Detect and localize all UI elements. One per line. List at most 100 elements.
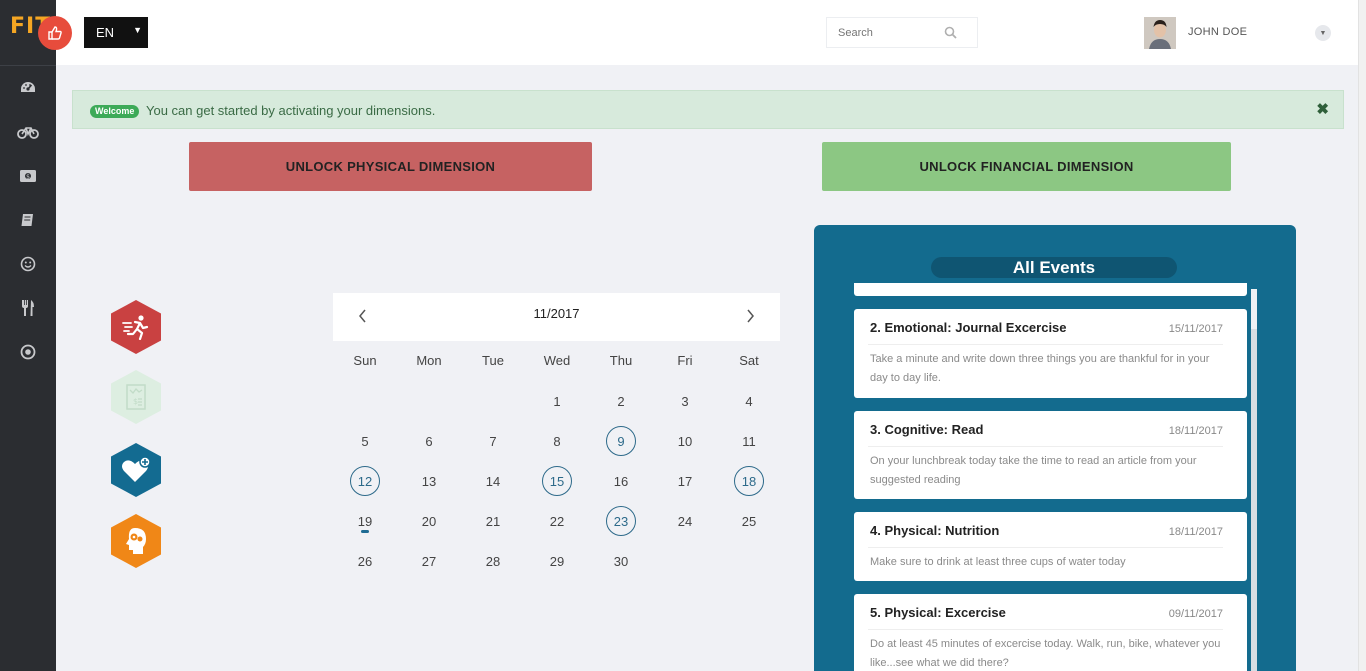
calendar-day[interactable]: 11	[734, 426, 764, 456]
calendar-day[interactable]: 20	[414, 506, 444, 536]
sidebar: FIT $	[0, 0, 56, 671]
calendar-day[interactable]: 17	[670, 466, 700, 496]
sidebar-divider	[0, 65, 56, 66]
calendar-day[interactable]: 18	[734, 466, 764, 496]
calendar-day[interactable]: 6	[414, 426, 444, 456]
event-title: 3. Cognitive: Read	[870, 422, 984, 437]
close-icon[interactable]: ✖	[1316, 100, 1329, 118]
calendar-day[interactable]: 9	[606, 426, 636, 456]
events-panel: All Events 2. Emotional: Journal Excerci…	[814, 225, 1296, 671]
calendar-day[interactable]: 29	[542, 546, 572, 576]
calendar-day[interactable]: 22	[542, 506, 572, 536]
calendar-day[interactable]: 28	[478, 546, 508, 576]
calendar-day[interactable]: 27	[414, 546, 444, 576]
chevron-right-icon	[747, 309, 754, 323]
calendar-day[interactable]: 2	[606, 386, 636, 416]
sidebar-item-cognitive[interactable]	[0, 200, 56, 240]
calendar-day[interactable]: 5	[350, 426, 380, 456]
brain-head-icon	[126, 528, 146, 554]
event-card[interactable]: 4. Physical: Nutrition 18/11/2017 Make s…	[854, 512, 1247, 581]
event-title: 5. Physical: Excercise	[870, 605, 1006, 620]
sidebar-item-financial[interactable]: $	[0, 156, 56, 196]
calendar-day[interactable]: 1	[542, 386, 572, 416]
cognitive-dimension-hexagon[interactable]	[111, 514, 161, 568]
avatar[interactable]	[1144, 17, 1176, 49]
event-divider	[868, 629, 1223, 630]
utensils-icon	[22, 300, 34, 316]
event-date: 18/11/2017	[1168, 425, 1223, 437]
calendar-day[interactable]: 12	[350, 466, 380, 496]
weekday-label: Sun	[353, 353, 377, 368]
welcome-alert: Welcome You can get started by activatin…	[72, 90, 1344, 129]
events-scrollbar[interactable]	[1251, 289, 1257, 671]
calendar-day[interactable]: 24	[670, 506, 700, 536]
event-card[interactable]: 3. Cognitive: Read 18/11/2017 On your lu…	[854, 411, 1247, 499]
alert-message: You can get started by activating your d…	[146, 103, 436, 118]
logo-badge[interactable]	[38, 16, 72, 50]
sidebar-item-dashboard[interactable]	[0, 68, 56, 108]
svg-text:$: $	[26, 174, 30, 181]
calendar-day[interactable]: 15	[542, 466, 572, 496]
calendar-day[interactable]: 21	[478, 506, 508, 536]
calendar-day[interactable]: 25	[734, 506, 764, 536]
weekday-label: Mon	[416, 353, 442, 368]
unlock-financial-button[interactable]: UNLOCK FINANCIAL DIMENSION	[822, 142, 1231, 191]
calendar-month-title: 11/2017	[533, 306, 580, 321]
event-description: Do at least 45 minutes of excercise toda…	[870, 638, 1221, 669]
weekday-label: Sat	[739, 353, 759, 368]
event-divider	[868, 446, 1223, 447]
bicycle-icon	[17, 127, 39, 139]
event-card[interactable]: 5. Physical: Excercise 09/11/2017 Do at …	[854, 594, 1247, 671]
calendar-day[interactable]: 16	[606, 466, 636, 496]
calendar-day[interactable]: 7	[478, 426, 508, 456]
svg-text:$: $	[133, 397, 138, 406]
weekday-label: Wed	[543, 353, 571, 368]
calendar-header: 11/2017	[333, 293, 780, 341]
event-title: 4. Physical: Nutrition	[870, 523, 1000, 538]
weekday-label: Thu	[609, 353, 633, 368]
sidebar-item-physical[interactable]	[0, 112, 56, 152]
money-icon: $	[20, 170, 36, 182]
sidebar-item-nutrition[interactable]	[0, 288, 56, 328]
emotional-dimension-hexagon[interactable]	[111, 443, 161, 497]
search-icon[interactable]	[944, 26, 957, 44]
event-card-partial[interactable]	[854, 283, 1247, 296]
dashboard-icon	[21, 82, 35, 92]
calendar-day[interactable]: 19	[350, 506, 380, 536]
event-divider	[868, 547, 1223, 548]
calendar-day[interactable]: 10	[670, 426, 700, 456]
calendar-day[interactable]: 30	[606, 546, 636, 576]
calendar-day[interactable]: 8	[542, 426, 572, 456]
chevron-down-icon[interactable]: ▼	[1315, 25, 1331, 41]
financial-dimension-hexagon[interactable]: $	[111, 370, 161, 424]
next-month-button[interactable]	[740, 306, 760, 326]
event-divider	[868, 344, 1223, 345]
calendar-day[interactable]: 13	[414, 466, 444, 496]
target-icon	[20, 344, 36, 360]
calendar-day[interactable]: 14	[478, 466, 508, 496]
welcome-badge: Welcome	[90, 105, 140, 118]
page-scrollbar[interactable]	[1358, 0, 1366, 671]
event-date: 09/11/2017	[1168, 608, 1223, 620]
search-box	[826, 17, 978, 48]
unlock-physical-button[interactable]: UNLOCK PHYSICAL DIMENSION	[189, 142, 592, 191]
event-card[interactable]: 2. Emotional: Journal Excercise 15/11/20…	[854, 309, 1247, 398]
calendar-day[interactable]: 4	[734, 386, 764, 416]
search-input[interactable]	[827, 18, 937, 47]
caret-down-icon: ▼	[133, 25, 142, 35]
book-icon	[21, 214, 33, 226]
event-description: On your lunchbreak today take the time t…	[870, 455, 1197, 486]
calendar-day[interactable]: 26	[350, 546, 380, 576]
calendar-day[interactable]: 3	[670, 386, 700, 416]
language-value: EN	[96, 25, 115, 40]
event-date: 15/11/2017	[1168, 323, 1223, 335]
events-scroll-thumb[interactable]	[1251, 289, 1257, 329]
language-select[interactable]: EN ▼	[84, 17, 148, 48]
weekday-label: Fri	[677, 353, 693, 368]
sidebar-item-goals[interactable]	[0, 332, 56, 372]
heart-plus-icon	[122, 456, 151, 482]
physical-dimension-hexagon[interactable]	[111, 300, 161, 354]
user-name[interactable]: JOHN DOE	[1188, 26, 1247, 38]
sidebar-item-emotional[interactable]	[0, 244, 56, 284]
calendar-day[interactable]: 23	[606, 506, 636, 536]
